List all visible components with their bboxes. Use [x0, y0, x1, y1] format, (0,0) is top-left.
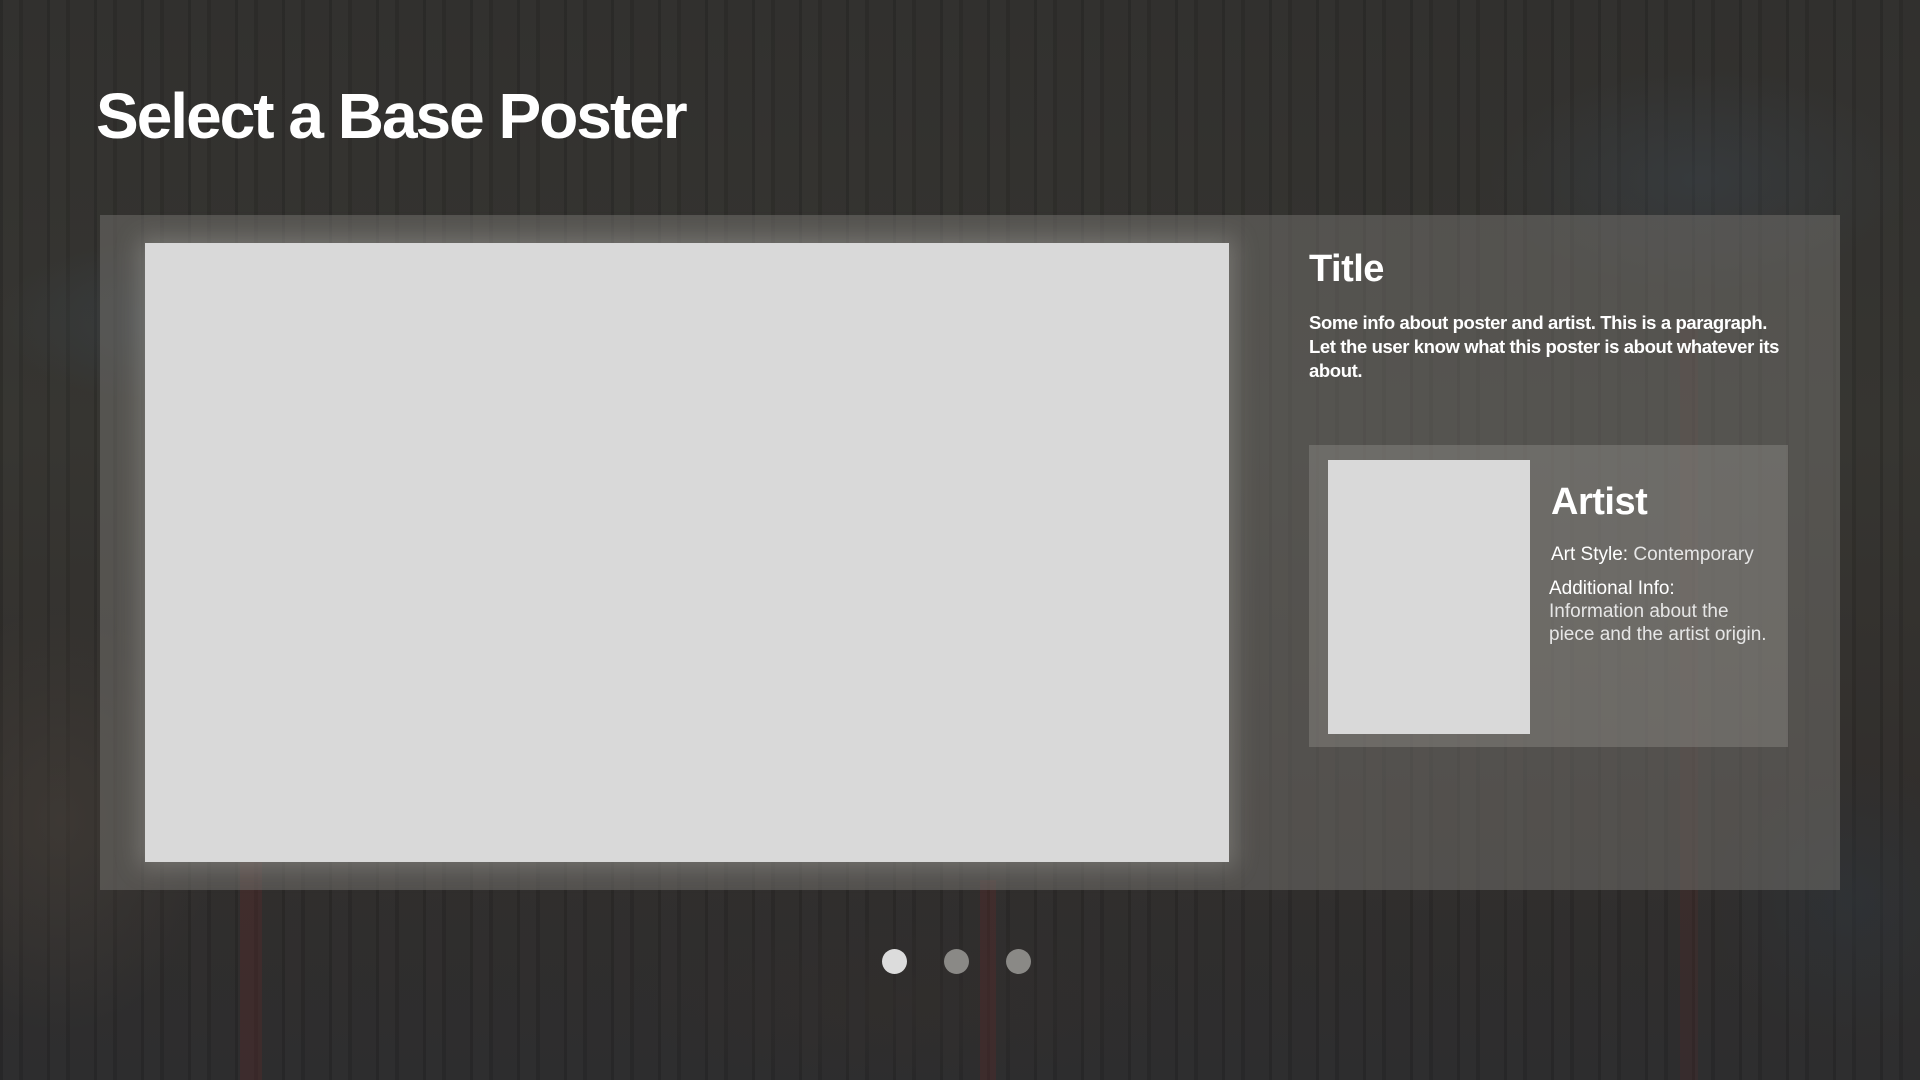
pagination-dot-2[interactable]	[944, 949, 969, 974]
artist-thumbnail	[1328, 460, 1530, 734]
art-style-label: Art Style:	[1551, 544, 1629, 565]
additional-info-label: Additional Info:	[1549, 578, 1675, 599]
pagination-dot-3[interactable]	[1006, 949, 1031, 974]
paint-streak	[980, 880, 996, 1080]
poster-info: Title Some info about poster and artist.…	[1309, 243, 1789, 383]
additional-info-value: Information about the piece and the arti…	[1549, 601, 1767, 645]
poster-carousel-panel: Title Some info about poster and artist.…	[100, 215, 1840, 890]
artist-heading: Artist	[1551, 481, 1648, 523]
additional-info: Additional Info: Information about the p…	[1549, 577, 1776, 646]
poster-title: Title	[1309, 248, 1384, 290]
artist-card[interactable]: Artist Art Style: Contemporary Additiona…	[1309, 445, 1788, 747]
pagination-dot-1[interactable]	[882, 949, 907, 974]
page-title: Select a Base Poster	[96, 80, 688, 152]
carousel-pagination	[882, 949, 1031, 974]
poster-description: Some info about poster and artist. This …	[1309, 312, 1780, 381]
art-style-value: Contemporary	[1633, 544, 1754, 565]
art-style-row: Art Style: Contemporary	[1551, 543, 1776, 567]
poster-preview-image[interactable]	[145, 243, 1229, 862]
paint-streak	[240, 860, 262, 1080]
artist-info: Artist Art Style: Contemporary Additiona…	[1549, 479, 1776, 646]
